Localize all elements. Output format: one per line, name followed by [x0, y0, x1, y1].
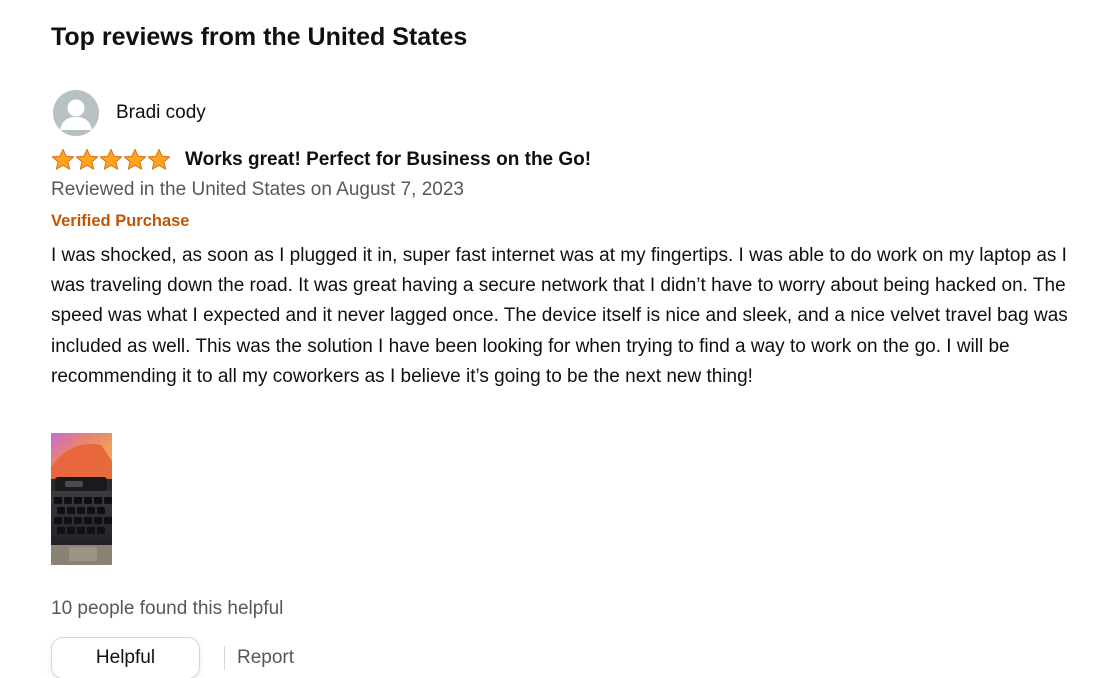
star-rating[interactable]: [51, 148, 171, 172]
rating-row: Works great! Perfect for Business on the…: [51, 147, 591, 173]
default-avatar-icon: [53, 90, 99, 136]
star-icon: [51, 148, 75, 170]
review-actions: Helpful Report: [51, 637, 294, 678]
action-divider: [224, 646, 225, 670]
review-date: Reviewed in the United States on August …: [51, 179, 464, 200]
star-icon: [123, 148, 147, 170]
reviewer-name: Bradi cody: [116, 102, 206, 123]
review-title[interactable]: Works great! Perfect for Business on the…: [185, 147, 591, 173]
review-body: I was shocked, as soon as I plugged it i…: [51, 245, 1068, 387]
report-link[interactable]: Report: [237, 646, 294, 670]
star-icon: [147, 148, 171, 170]
reviews-page: Top reviews from the United States Bradi…: [0, 0, 1103, 678]
star-icon: [99, 148, 123, 170]
reviewer-profile[interactable]: Bradi cody: [53, 90, 206, 136]
star-icon: [75, 148, 99, 170]
section-title: Top reviews from the United States: [51, 23, 468, 51]
verified-purchase-badge[interactable]: Verified Purchase: [51, 210, 190, 232]
helpful-count: 10 people found this helpful: [51, 598, 284, 619]
helpful-button[interactable]: Helpful: [51, 637, 200, 678]
review-image-thumbnail[interactable]: [51, 433, 112, 565]
